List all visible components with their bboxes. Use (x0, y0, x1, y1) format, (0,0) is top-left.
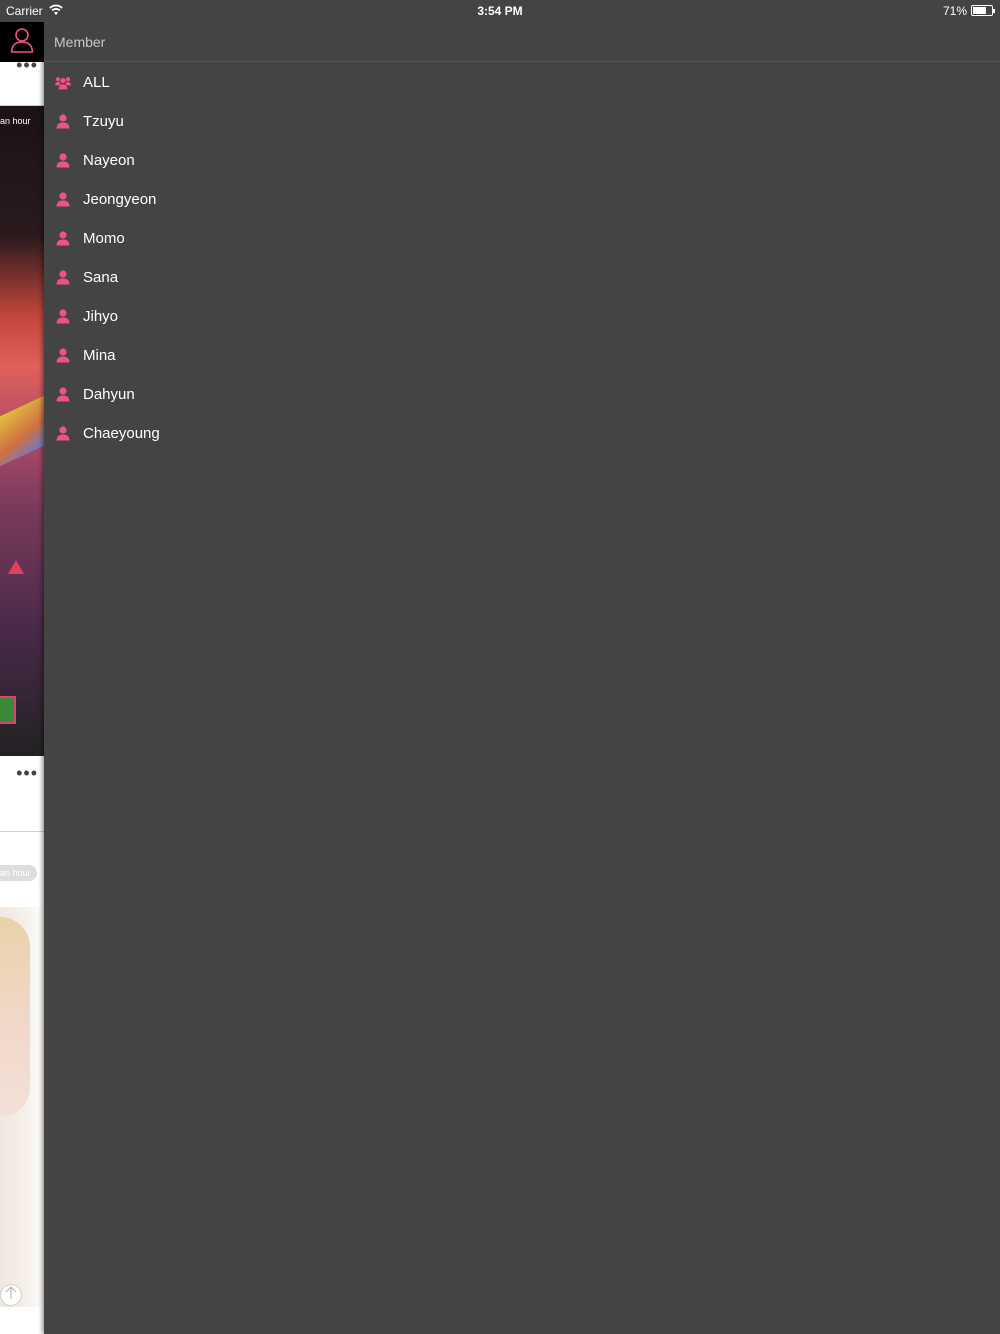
member-item-tzuyu[interactable]: Tzuyu (44, 102, 1000, 141)
battery-percent: 71% (942, 4, 967, 18)
member-item-label: Dahyun (83, 386, 135, 403)
battery-icon (971, 5, 995, 16)
member-item-sana[interactable]: Sana (44, 258, 1000, 297)
person-icon (55, 231, 71, 247)
member-item-label: Nayeon (83, 152, 135, 169)
person-icon (55, 309, 71, 325)
drawer-header: Member (44, 22, 1000, 62)
member-item-label: Chaeyoung (83, 425, 160, 442)
drawer-title: Member (54, 33, 106, 50)
member-item-label: Jihyo (83, 308, 119, 325)
status-bar: Carrier 3:54 PM 71% (0, 0, 1000, 22)
feed-image[interactable] (0, 106, 44, 756)
image-face (0, 917, 30, 1117)
member-item-label: Momo (83, 230, 125, 247)
member-item-label: Jeongyeon (83, 191, 157, 208)
more-options-button-2[interactable]: ••• (0, 764, 44, 782)
image-hexagon (0, 696, 16, 724)
group-icon (55, 75, 71, 91)
person-icon (55, 114, 71, 130)
person-icon (55, 153, 71, 169)
more-options-button[interactable]: ••• (0, 56, 44, 74)
member-item-label: Mina (83, 347, 116, 364)
member-item-mina[interactable]: Mina (44, 336, 1000, 375)
time-ago-label: an hour (0, 116, 31, 126)
feed-divider-2 (0, 787, 44, 832)
member-item-chaeyoung[interactable]: Chaeyoung (44, 414, 1000, 453)
feed-image-2[interactable] (0, 907, 44, 1307)
member-item-all[interactable]: ALL (44, 63, 1000, 102)
member-item-nayeon[interactable]: Nayeon (44, 141, 1000, 180)
person-icon (55, 192, 71, 208)
image-stripe (0, 395, 44, 467)
arrow-up-icon (5, 1285, 17, 1305)
time-ago-pill: an hour (0, 865, 37, 881)
member-item-label: Sana (83, 269, 119, 286)
member-item-dahyun[interactable]: Dahyun (44, 375, 1000, 414)
person-icon (55, 348, 71, 364)
member-item-label: Tzuyu (83, 113, 124, 130)
person-icon (55, 387, 71, 403)
member-drawer: Member ALL Tzuyu Nayeon Jeongyeon Momo Sana Ji… (44, 22, 1000, 1334)
clock: 3:54 PM (477, 4, 523, 18)
feed-divider (0, 76, 44, 106)
image-triangle (8, 560, 24, 574)
member-item-label: ALL (83, 74, 110, 91)
person-icon (55, 270, 71, 286)
member-item-momo[interactable]: Momo (44, 219, 1000, 258)
member-item-jeongyeon[interactable]: Jeongyeon (44, 180, 1000, 219)
member-list: ALL Tzuyu Nayeon Jeongyeon Momo Sana Jihyo Mina… (44, 62, 1000, 453)
member-item-jihyo[interactable]: Jihyo (44, 297, 1000, 336)
person-icon (55, 426, 71, 442)
person-outline-icon (10, 27, 34, 58)
background-feed: ••• an hour ••• an hour (0, 22, 44, 1334)
scroll-top-button[interactable] (0, 1284, 22, 1306)
